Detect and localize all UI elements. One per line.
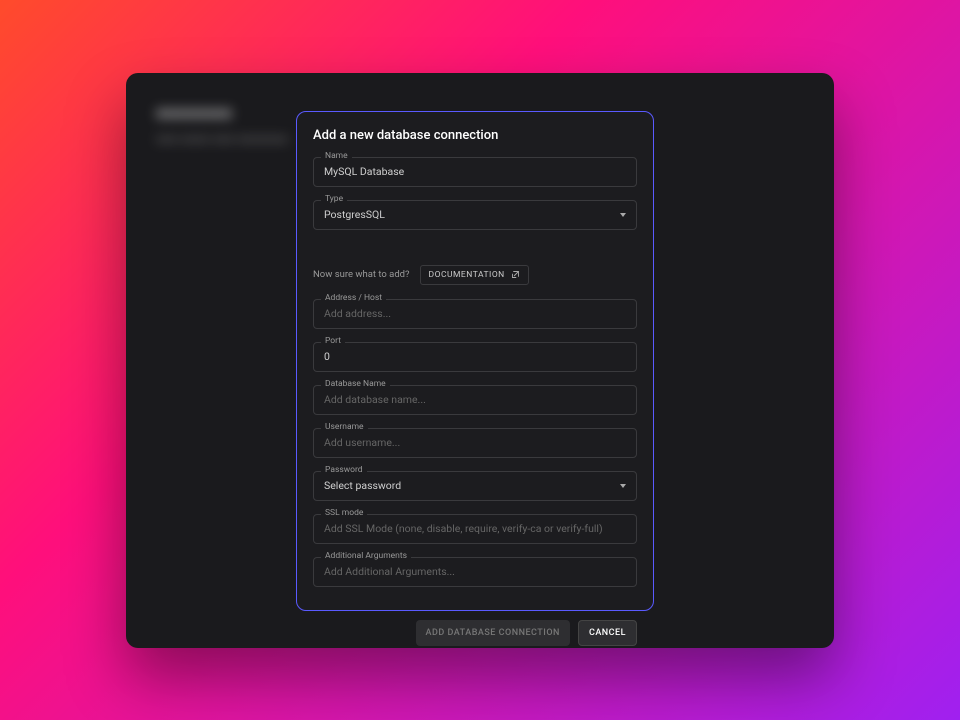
dbname-input[interactable] xyxy=(313,385,637,415)
name-label: Name xyxy=(321,151,352,161)
port-field-group: Port xyxy=(313,342,637,372)
additional-args-label: Additional Arguments xyxy=(321,551,411,561)
documentation-label: DOCUMENTATION xyxy=(429,270,505,280)
password-select[interactable]: Select password xyxy=(313,471,637,501)
additional-args-input[interactable] xyxy=(313,557,637,587)
password-selected-value: Select password xyxy=(324,479,401,492)
sslmode-field-group: SSL mode xyxy=(313,514,637,544)
button-row: ADD DATABASE CONNECTION CANCEL xyxy=(313,600,637,646)
chevron-down-icon xyxy=(620,484,626,488)
help-text: Now sure what to add? xyxy=(313,269,410,280)
port-input[interactable] xyxy=(313,342,637,372)
app-backdrop: ■■■■■■■ ■■■ ■■■■ ■■■ ■■■■■■■ ■■■ ■■■■■■ … xyxy=(126,73,834,648)
type-label: Type xyxy=(321,194,347,204)
name-input[interactable] xyxy=(313,157,637,187)
additional-args-field-group: Additional Arguments xyxy=(313,557,637,587)
dbname-label: Database Name xyxy=(321,379,390,389)
type-field-group: Type PostgresSQL xyxy=(313,200,637,230)
dbname-field-group: Database Name xyxy=(313,385,637,415)
chevron-down-icon xyxy=(620,213,626,217)
port-label: Port xyxy=(321,336,345,346)
type-selected-value: PostgresSQL xyxy=(324,208,385,221)
add-database-connection-modal: Add a new database connection Name Type … xyxy=(296,111,654,611)
external-link-icon xyxy=(511,270,520,279)
type-select[interactable]: PostgresSQL xyxy=(313,200,637,230)
password-field-group: Password Select password xyxy=(313,471,637,501)
address-field-group: Address / Host xyxy=(313,299,637,329)
sslmode-label: SSL mode xyxy=(321,508,367,518)
sslmode-input[interactable] xyxy=(313,514,637,544)
username-field-group: Username xyxy=(313,428,637,458)
username-label: Username xyxy=(321,422,368,432)
modal-title: Add a new database connection xyxy=(313,128,637,143)
help-row: Now sure what to add? DOCUMENTATION xyxy=(313,265,637,285)
documentation-button[interactable]: DOCUMENTATION xyxy=(420,265,529,285)
cancel-button[interactable]: CANCEL xyxy=(578,620,637,646)
address-label: Address / Host xyxy=(321,293,386,303)
password-label: Password xyxy=(321,465,367,475)
address-input[interactable] xyxy=(313,299,637,329)
name-field-group: Name xyxy=(313,157,637,187)
username-input[interactable] xyxy=(313,428,637,458)
add-database-connection-button[interactable]: ADD DATABASE CONNECTION xyxy=(416,620,570,646)
